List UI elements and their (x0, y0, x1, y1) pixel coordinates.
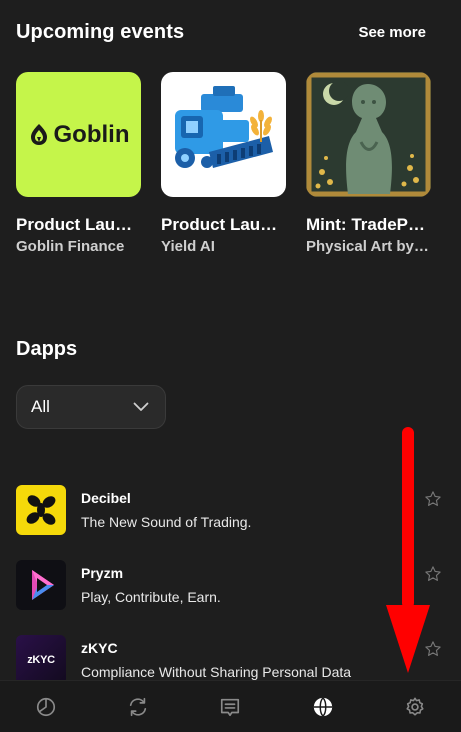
zkyc-logo-text: zKYC (27, 654, 55, 666)
dapp-name: Decibel (81, 490, 131, 506)
event-title: Product Lau… (161, 215, 278, 234)
events-header: Upcoming events See more (16, 18, 426, 46)
event-subtitle: Physical Art by … (306, 238, 431, 255)
harvester-robot-icon (175, 86, 273, 168)
event-card-goblin[interactable]: Goblin Product Lau… Goblin Finance (16, 72, 141, 255)
nav-swap-button[interactable] (118, 687, 158, 727)
dropdown-selected-value: All (31, 397, 50, 416)
dapp-text: zKYC Compliance Without Sharing Personal… (81, 640, 436, 680)
goblin-logo-icon (30, 123, 47, 145)
nav-settings-button[interactable] (395, 687, 435, 727)
dapps-category-dropdown[interactable]: All (16, 385, 166, 429)
globe-icon (313, 696, 332, 717)
decibel-logo-icon (16, 485, 66, 535)
dapp-name: Pryzm (81, 565, 124, 581)
event-card-mint[interactable]: Mint: TradeP… Physical Art by … (306, 72, 431, 255)
portfolio-pie-icon (37, 697, 56, 716)
dapp-name: zKYC (81, 640, 118, 656)
dapp-row-zkyc[interactable]: zKYC zKYC Compliance Without Sharing Per… (16, 634, 441, 686)
dapp-text: Pryzm Play, Contribute, Earn. (81, 565, 436, 605)
nav-portfolio-button[interactable] (26, 687, 66, 727)
event-card-yield-ai[interactable]: Product Lau… Yield AI (161, 72, 286, 255)
swap-refresh-icon (130, 697, 147, 716)
nav-activity-button[interactable] (210, 687, 250, 727)
dapps-section-title: Dapps (16, 338, 78, 360)
event-thumbnail: Goblin (16, 72, 141, 197)
goblin-logo-text: Goblin (53, 120, 130, 148)
star-favorite-icon[interactable] (424, 490, 442, 508)
star-favorite-icon[interactable] (424, 640, 442, 658)
event-subtitle: Goblin Finance (16, 238, 125, 255)
statue-artwork-image (306, 72, 431, 197)
event-title: Product Lau… (16, 215, 133, 234)
zkyc-logo-icon: zKYC (16, 635, 66, 685)
dapp-row-pryzm[interactable]: Pryzm Play, Contribute, Earn. (16, 559, 441, 611)
dapp-text: Decibel The New Sound of Trading. (81, 490, 436, 530)
star-favorite-icon[interactable] (424, 565, 442, 583)
dapp-description: Compliance Without Sharing Personal Data (81, 664, 352, 680)
nav-explore-button[interactable] (303, 687, 343, 727)
dapp-row-decibel[interactable]: Decibel The New Sound of Trading. (16, 484, 441, 536)
dapp-description: Play, Contribute, Earn. (81, 589, 221, 605)
chevron-down-icon (133, 402, 149, 411)
event-thumbnail (306, 72, 431, 197)
event-thumbnail (161, 72, 286, 197)
event-subtitle: Yield AI (161, 238, 215, 255)
gear-icon (406, 697, 424, 716)
event-title: Mint: TradeP… (306, 215, 426, 234)
see-more-link[interactable]: See more (358, 24, 426, 41)
pryzm-logo-icon (16, 560, 66, 610)
bottom-navigation (0, 680, 461, 732)
activity-receipt-icon (221, 698, 240, 716)
events-carousel: Goblin Product Lau… Goblin Finance Produ… (16, 72, 431, 255)
events-section-title: Upcoming events (16, 20, 185, 43)
dapp-description: The New Sound of Trading. (81, 514, 252, 530)
